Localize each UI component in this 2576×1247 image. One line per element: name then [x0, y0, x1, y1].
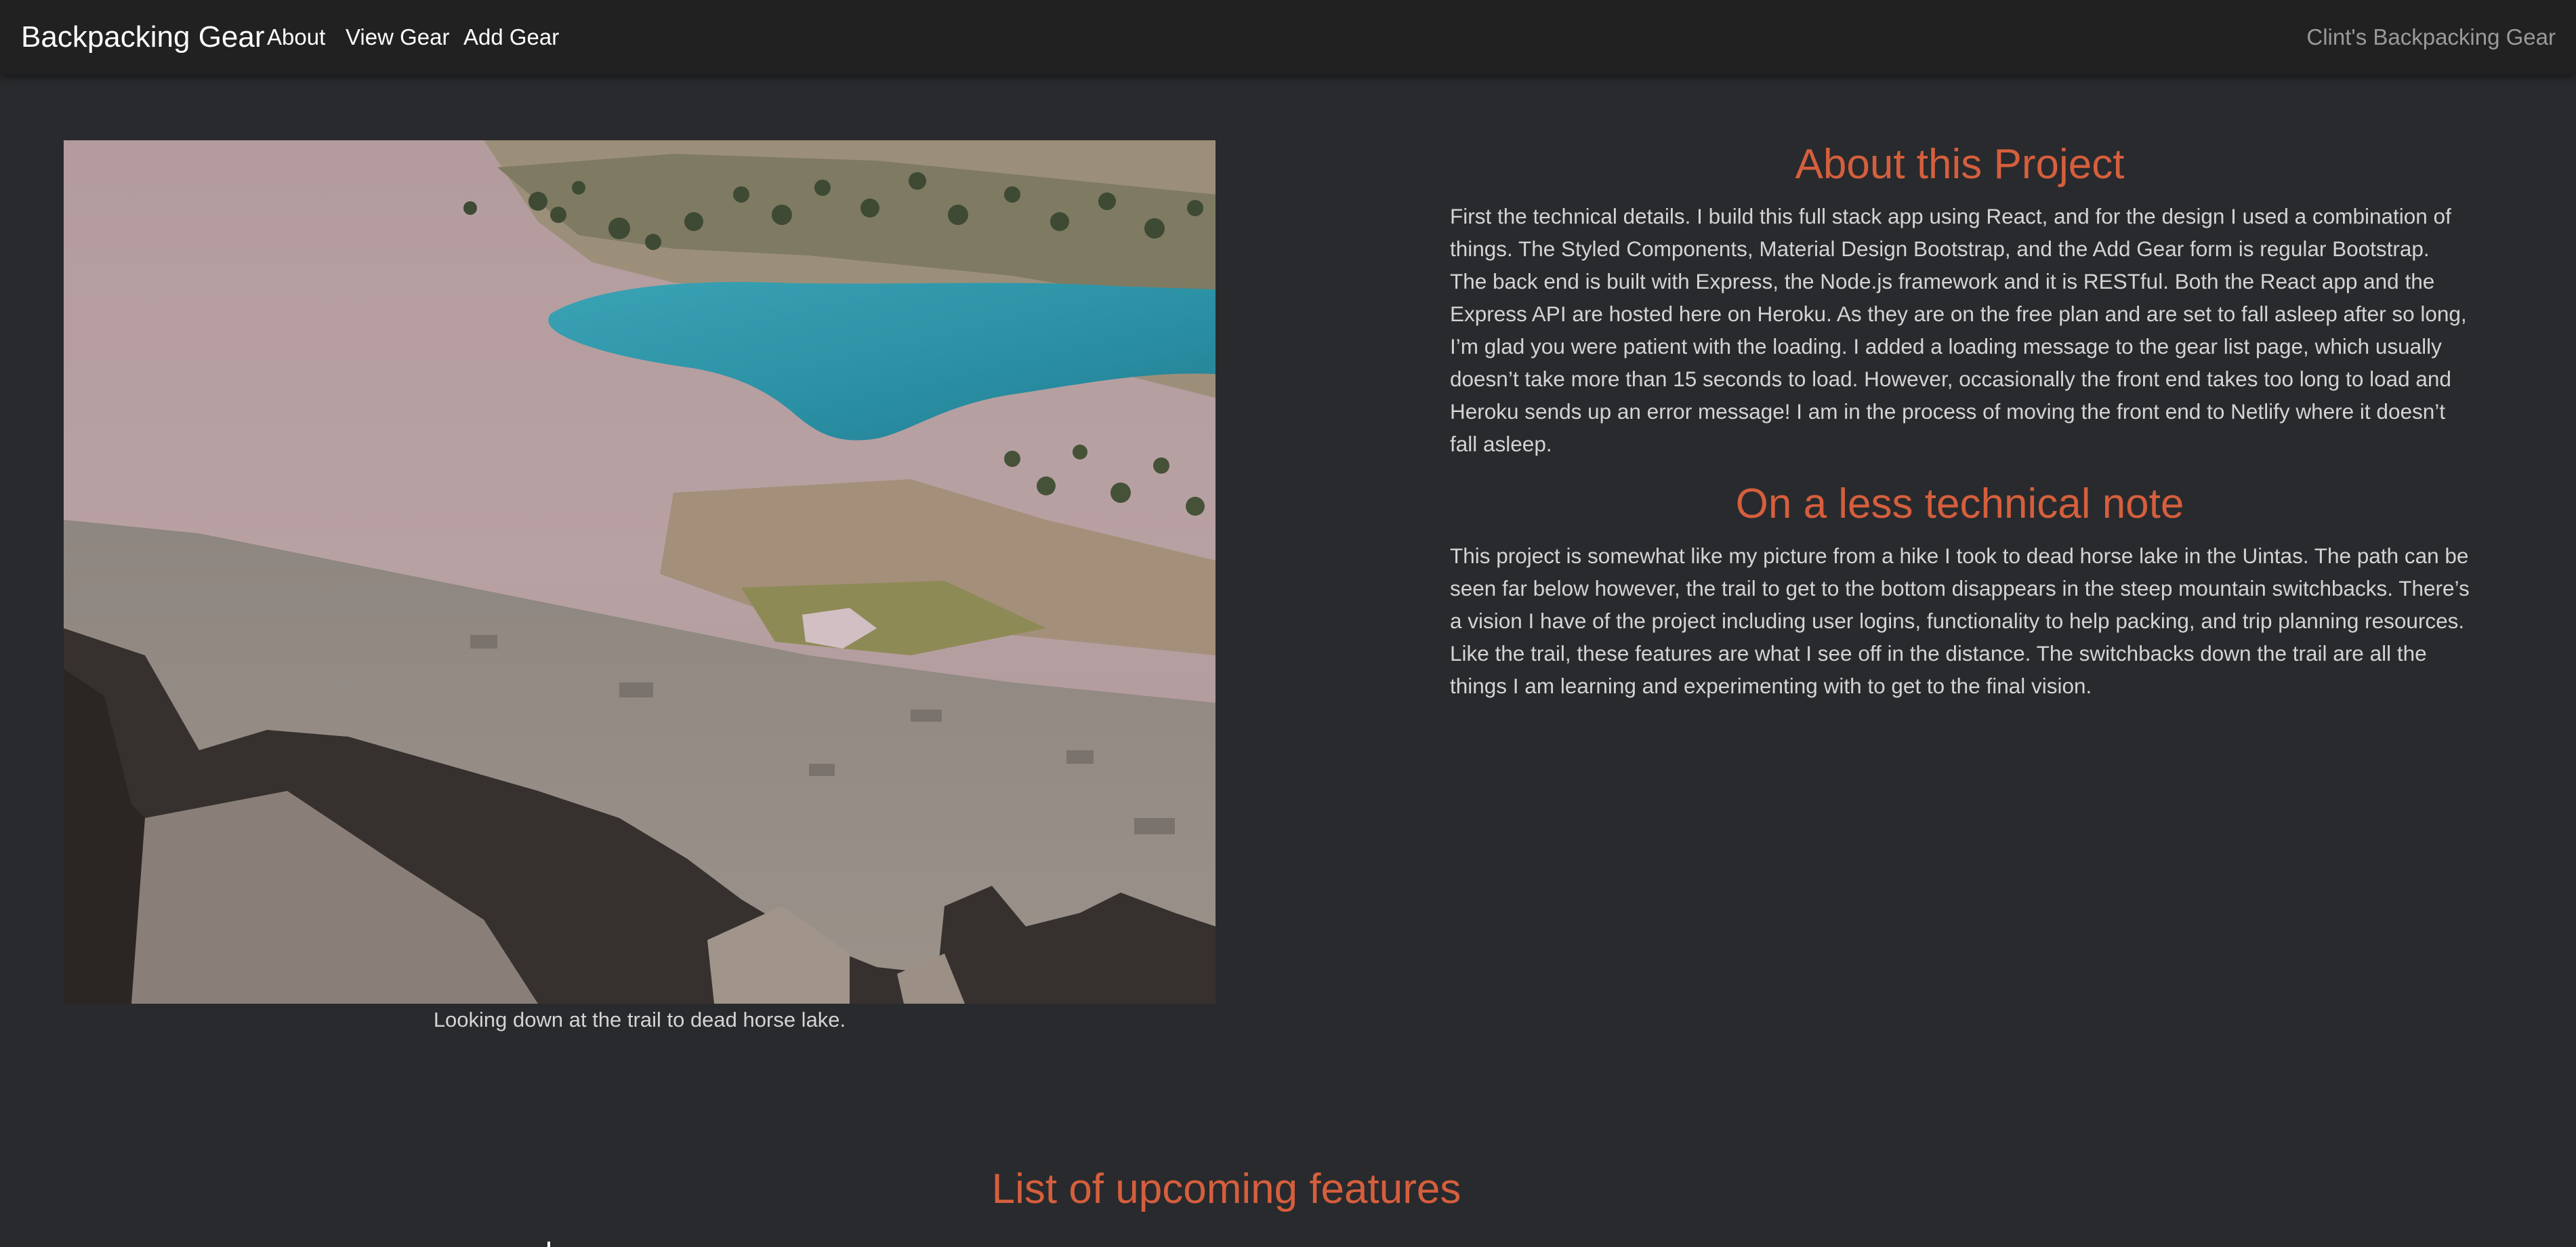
navbar-right-text: Clint's Backpacking Gear [2306, 24, 2556, 49]
features-heading: List of upcoming features [991, 1166, 1461, 1212]
about-paragraph: First the technical details. I build thi… [1450, 204, 2467, 456]
hike-photo [64, 140, 1216, 1004]
navbar: Backpacking Gear About View Gear Add Gea… [0, 0, 2576, 75]
nav-link-view-gear[interactable]: View Gear [346, 23, 449, 52]
about-heading: About this Project [1795, 141, 2125, 188]
nav-link-add-gear[interactable]: Add Gear [463, 23, 559, 52]
photo-caption: Looking down at the trail to dead horse … [433, 1008, 846, 1031]
note-heading: On a less technical note [1735, 481, 2184, 527]
brand-link[interactable]: Backpacking Gear [21, 19, 265, 56]
nav-link-about[interactable]: About [267, 23, 325, 52]
list-bullet-fragment [547, 1242, 550, 1247]
note-paragraph: This project is somewhat like my picture… [1450, 544, 2470, 698]
